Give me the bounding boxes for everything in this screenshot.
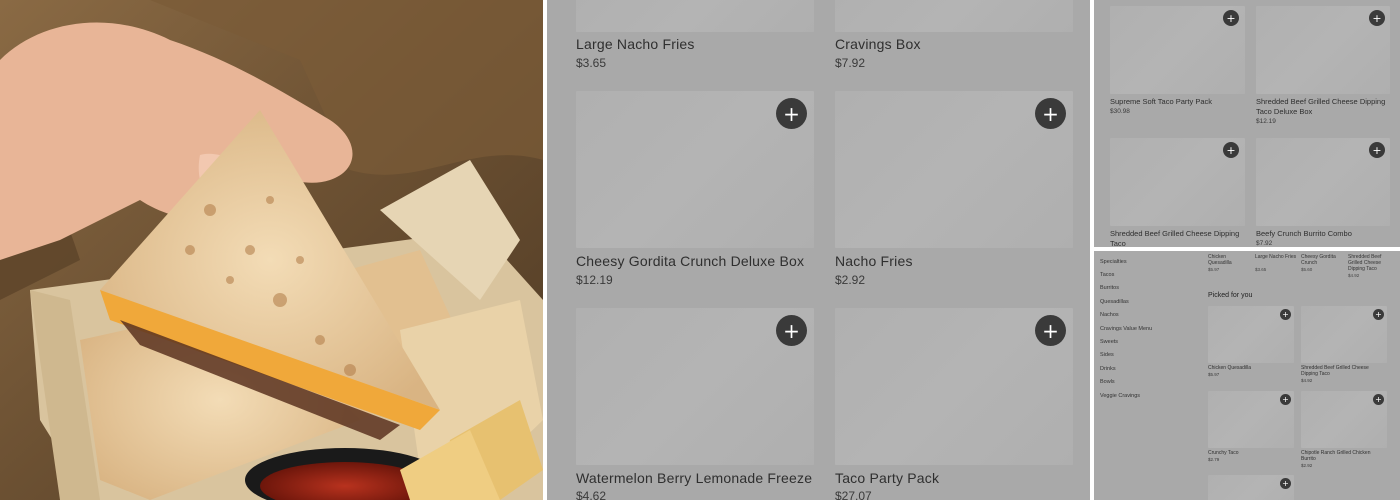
add-to-cart-button[interactable]: + (776, 315, 807, 346)
add-to-cart-button[interactable]: + (1369, 142, 1385, 158)
sidebar-item-veggie-cravings[interactable]: Veggie Cravings (1100, 393, 1140, 399)
product-price: $3.65 (1255, 267, 1267, 272)
sidebar-item-quesadillas[interactable]: Quesadillas (1100, 299, 1129, 305)
product-name[interactable]: Cheesy Gordita Crunch (1301, 254, 1343, 266)
add-to-cart-button[interactable]: + (776, 98, 807, 129)
product-price: $30.98 (1110, 108, 1130, 115)
product-name[interactable]: Crunchy Taco (1208, 450, 1283, 456)
section-title: Picked for you (1208, 292, 1253, 299)
sidebar-item-bowls[interactable]: Bowls (1100, 379, 1115, 385)
product-name[interactable]: Taco Party Pack (835, 470, 939, 486)
product-name[interactable]: Chicken Quesadilla (1208, 365, 1283, 371)
product-name[interactable]: Supreme Soft Taco Party Pack (1110, 97, 1245, 107)
add-to-cart-button[interactable]: + (1223, 10, 1239, 26)
product-image[interactable] (835, 0, 1073, 32)
add-to-cart-button[interactable]: + (1035, 315, 1066, 346)
product-name[interactable]: Chicken Quesadilla (1208, 254, 1250, 266)
product-name[interactable]: Cravings Box (835, 36, 921, 52)
sidebar-item-cravings-value-menu[interactable]: Cravings Value Menu (1100, 326, 1152, 332)
product-price: $7.92 (1256, 240, 1273, 247)
product-price: $27.07 (835, 489, 872, 500)
product-price: $5.97 (1208, 372, 1220, 377)
product-price: $7.92 (835, 56, 866, 70)
add-to-cart-button[interactable]: + (1035, 98, 1066, 129)
sidebar-item-drinks[interactable]: Drinks (1100, 366, 1116, 372)
party-pack-panel: + + Supreme Soft Taco Party Pack $30.98 … (1094, 0, 1400, 247)
sidebar-item-sweets[interactable]: Sweets (1100, 339, 1118, 345)
product-price: $4.62 (576, 489, 607, 500)
add-to-cart-button[interactable]: + (1373, 394, 1384, 405)
add-to-cart-button[interactable]: + (1373, 309, 1384, 320)
product-name[interactable]: Nacho Fries (835, 253, 913, 269)
add-to-cart-button[interactable]: + (1280, 478, 1291, 489)
menu-panel: Specialties Tacos Burritos Quesadillas N… (1094, 251, 1400, 500)
add-to-cart-button[interactable]: + (1280, 309, 1291, 320)
product-price: $2.92 (835, 273, 866, 287)
product-name[interactable]: Beefy Crunch Burrito Combo (1256, 229, 1391, 239)
sidebar-item-tacos[interactable]: Tacos (1100, 272, 1114, 278)
product-name[interactable]: Shredded Beef Grilled Cheese Dipping Tac… (1301, 365, 1376, 377)
product-name[interactable]: Large Nacho Fries (1255, 254, 1297, 260)
product-name[interactable]: Large Nacho Fries (576, 36, 695, 52)
sidebar-item-specialties[interactable]: Specialties (1100, 259, 1127, 265)
product-price: $4.92 (1348, 273, 1360, 278)
product-price: $2.92 (1301, 463, 1313, 468)
sidebar-item-burritos[interactable]: Burritos (1100, 285, 1119, 291)
product-name[interactable]: Watermelon Berry Lemonade Freeze (576, 470, 812, 486)
sidebar-item-nachos[interactable]: Nachos (1100, 312, 1119, 318)
product-price: $5.60 (1301, 267, 1313, 272)
product-name[interactable]: Chipotle Ranch Grilled Chicken Burrito (1301, 450, 1376, 462)
product-name[interactable]: Cheesy Gordita Crunch Deluxe Box (576, 253, 804, 269)
product-name[interactable]: Shredded Beef Grilled Cheese Dipping Tac… (1348, 254, 1390, 272)
product-grid-panel: Large Nacho Fries $3.65 Cravings Box $7.… (547, 0, 1090, 500)
quesadilla-photo (0, 0, 543, 500)
add-to-cart-button[interactable]: + (1280, 394, 1291, 405)
product-price: $3.65 (576, 56, 607, 70)
add-to-cart-button[interactable]: + (1369, 10, 1385, 26)
product-image[interactable] (576, 0, 814, 32)
sidebar-item-sides[interactable]: Sides (1100, 352, 1114, 358)
product-name[interactable]: Shredded Beef Grilled Cheese Dipping Tac… (1110, 229, 1245, 247)
product-price: $4.92 (1301, 378, 1313, 383)
product-price: $5.97 (1208, 267, 1220, 272)
product-name[interactable]: Shredded Beef Grilled Cheese Dipping Tac… (1256, 97, 1391, 116)
product-price: $2.79 (1208, 457, 1220, 462)
product-price: $12.19 (576, 273, 613, 287)
product-price: $12.19 (1256, 118, 1276, 125)
food-photo-panel (0, 0, 543, 500)
add-to-cart-button[interactable]: + (1223, 142, 1239, 158)
